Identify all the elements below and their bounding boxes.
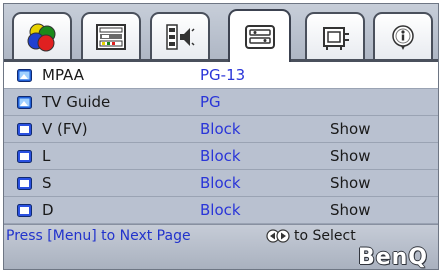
- speaker-setup-icon: [166, 23, 195, 50]
- row-label: TV Guide: [42, 93, 111, 111]
- tv-blue-icon: [17, 176, 32, 194]
- tv-blue-icon: [17, 122, 32, 140]
- select-hint: to Select: [266, 228, 356, 244]
- row-value[interactable]: Block: [200, 120, 241, 138]
- brand-logo: BenQ: [357, 245, 428, 270]
- tv-blue-icon: [17, 203, 32, 221]
- row-value[interactable]: Block: [200, 147, 241, 165]
- next-page-hint: Press [Menu] to Next Page: [6, 228, 191, 244]
- row-label: S: [42, 174, 52, 192]
- row-extra[interactable]: Show: [330, 174, 370, 192]
- tab-bar: [4, 4, 438, 62]
- left-right-arrows-icon: [266, 229, 290, 243]
- select-hint-text: to Select: [294, 228, 356, 244]
- tv-picture-icon: [17, 95, 32, 113]
- menu-row-tv-guide[interactable]: TV Guide PG: [4, 89, 438, 116]
- osd-menu: MPAA PG-13 TV Guide PG V (FV) Block Show…: [3, 3, 439, 270]
- row-value[interactable]: PG: [200, 93, 221, 111]
- info-icon: [392, 24, 414, 50]
- menu-row-mpaa[interactable]: MPAA PG-13: [4, 62, 438, 89]
- menu-row-d[interactable]: D Block Show: [4, 197, 438, 224]
- row-extra[interactable]: Show: [330, 120, 370, 138]
- row-value[interactable]: PG-13: [200, 66, 245, 84]
- row-value[interactable]: Block: [200, 174, 241, 192]
- tab-advanced[interactable]: [228, 9, 291, 62]
- row-label: MPAA: [42, 66, 84, 84]
- menu-rows: MPAA PG-13 TV Guide PG V (FV) Block Show…: [4, 62, 438, 224]
- row-label: D: [42, 201, 54, 219]
- row-extra[interactable]: Show: [330, 147, 370, 165]
- row-value[interactable]: Block: [200, 201, 241, 219]
- menu-row-s[interactable]: S Block Show: [4, 170, 438, 197]
- input-source-icon: [323, 26, 349, 50]
- row-extra[interactable]: Show: [330, 201, 370, 219]
- screen-settings-icon: [96, 23, 126, 50]
- toolbox-icon: [244, 24, 275, 49]
- tab-info[interactable]: [373, 12, 433, 59]
- tv-picture-icon: [17, 68, 32, 86]
- menu-row-v-fv[interactable]: V (FV) Block Show: [4, 116, 438, 143]
- menu-row-l[interactable]: L Block Show: [4, 143, 438, 170]
- tab-display[interactable]: [81, 12, 141, 59]
- color-circles-icon: [27, 23, 56, 51]
- row-label: L: [42, 147, 51, 165]
- tab-source[interactable]: [305, 12, 365, 59]
- tab-picture[interactable]: [12, 12, 72, 59]
- tab-settings[interactable]: [150, 12, 210, 59]
- footer-bar: Press [Menu] to Next Page to Select BenQ: [4, 224, 438, 270]
- row-label: V (FV): [42, 120, 88, 138]
- tv-blue-icon: [17, 149, 32, 167]
